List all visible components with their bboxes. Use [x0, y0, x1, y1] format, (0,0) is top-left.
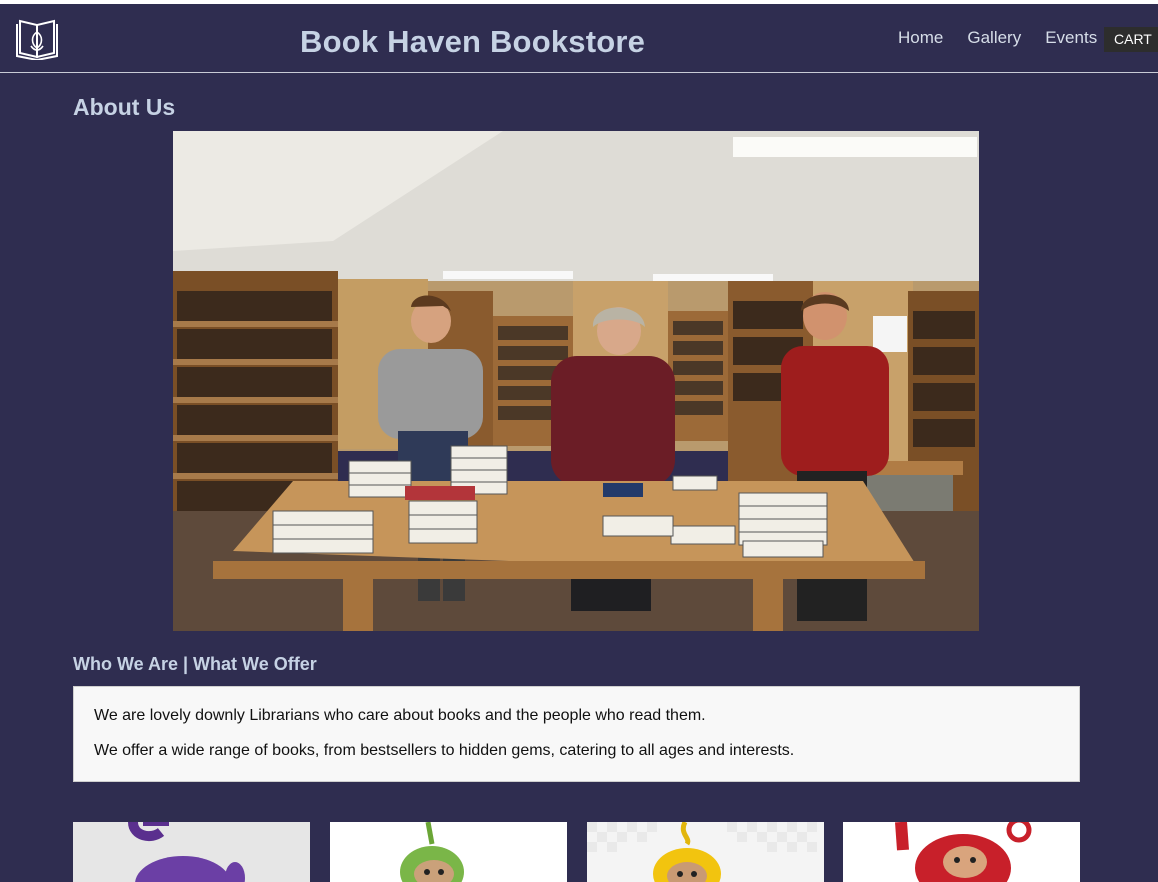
about-paragraph-2: We offer a wide range of books, from bes…	[94, 742, 795, 759]
site-header: Book Haven Bookstore Home Gallery Events…	[0, 4, 1158, 73]
gallery-card-purple[interactable]	[73, 822, 310, 882]
about-paragraph-1: We are lovely downly Librarians who care…	[94, 707, 706, 724]
library-photo	[173, 131, 979, 631]
who-we-are-heading: Who We Are | What We Offer	[73, 654, 317, 674]
about-heading: About Us	[73, 94, 176, 120]
nav-gallery-link[interactable]: Gallery	[967, 28, 1021, 48]
nav-events-link[interactable]: Events	[1045, 28, 1097, 48]
purple-character-image	[128, 822, 245, 882]
green-character-image	[400, 822, 464, 882]
gallery-card-red[interactable]	[843, 822, 1080, 882]
nav-home-link[interactable]: Home	[898, 28, 943, 48]
yellow-character-image	[587, 822, 817, 882]
red-character-image	[895, 822, 1032, 882]
site-title: Book Haven Bookstore	[300, 24, 646, 59]
gallery-card-green[interactable]	[330, 822, 567, 882]
cart-button[interactable]: CART	[1104, 27, 1158, 52]
about-text-box: We are lovely downly Librarians who care…	[73, 686, 1080, 782]
open-book-logo-icon[interactable]	[13, 16, 61, 60]
gallery-card-yellow[interactable]	[587, 822, 824, 882]
main-nav: Home Gallery Events	[898, 28, 1121, 48]
library-photo-image	[173, 131, 979, 631]
